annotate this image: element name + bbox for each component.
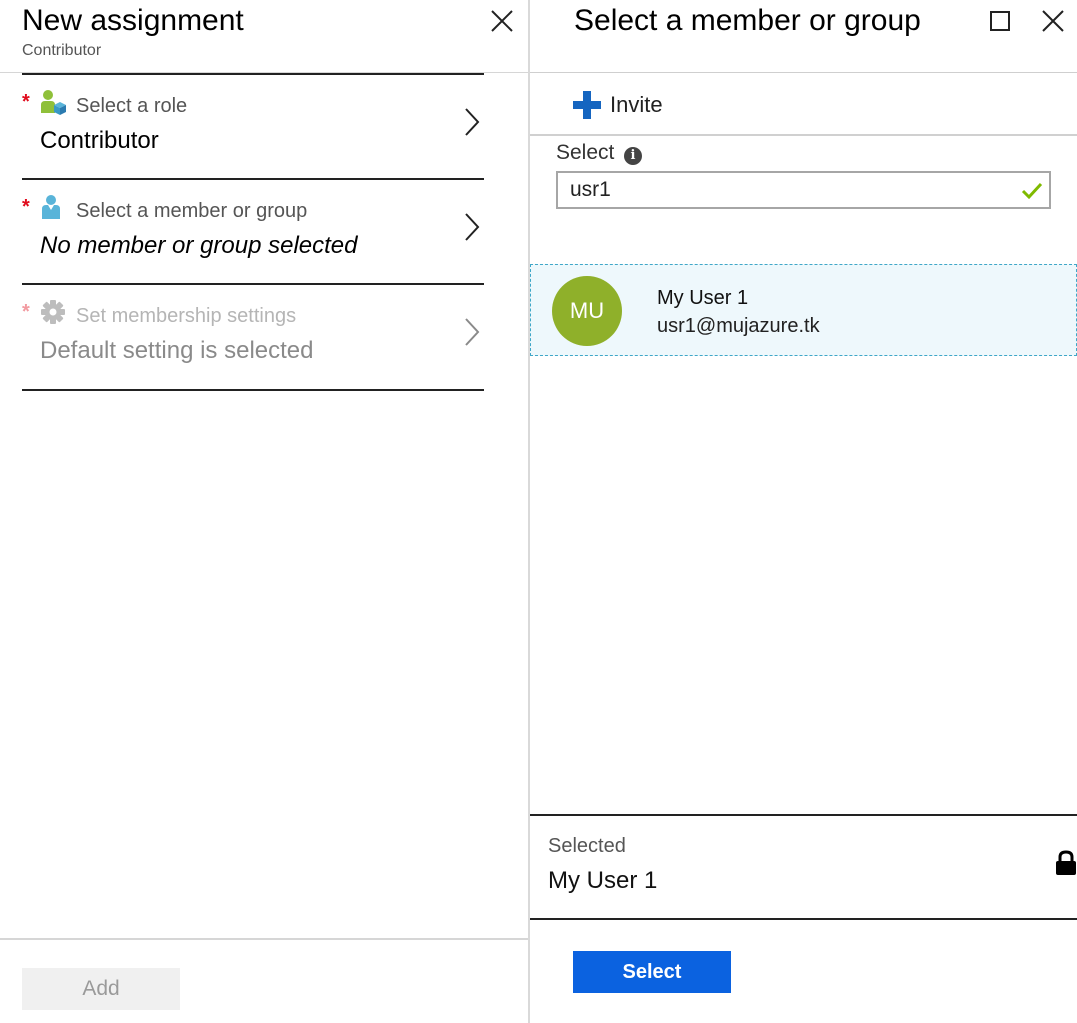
search-field <box>556 171 1051 209</box>
row-label: Set membership settings <box>76 305 297 327</box>
gear-icon <box>40 299 66 325</box>
result-email: usr1@mujazure.tk <box>657 315 820 337</box>
search-result-item[interactable]: MU My User 1 usr1@mujazure.tk <box>530 264 1077 356</box>
close-icon[interactable] <box>490 9 514 33</box>
row-divider <box>22 178 484 180</box>
row-divider <box>22 389 484 391</box>
info-icon[interactable]: i <box>624 147 642 165</box>
selected-label: Selected <box>548 835 626 857</box>
user-icon <box>40 194 66 220</box>
toolbar-divider <box>530 134 1077 136</box>
row-label: Select a role <box>76 95 188 117</box>
row-value: No member or group selected <box>40 232 358 259</box>
chevron-right-icon <box>464 212 480 242</box>
invite-label: Invite <box>610 92 663 117</box>
chevron-right-icon <box>464 317 480 347</box>
lock-icon <box>1055 850 1077 876</box>
required-marker: * <box>22 301 30 323</box>
footer-divider <box>0 938 528 940</box>
avatar: MU <box>552 276 622 346</box>
add-button[interactable]: Add <box>22 968 180 1010</box>
maximize-icon[interactable] <box>990 11 1010 31</box>
row-value: Default setting is selected <box>40 337 314 364</box>
blade-title: Select a member or group <box>574 4 921 37</box>
search-label: Select <box>556 141 615 164</box>
header-divider <box>530 72 1077 73</box>
row-divider <box>22 73 484 75</box>
select-member-row[interactable]: * Select a member or group No member or … <box>22 178 484 282</box>
required-marker: * <box>22 196 30 218</box>
new-assignment-blade: New assignment Contributor * Select a ro… <box>0 0 528 1023</box>
select-member-blade: Select a member or group Invite Select i… <box>530 0 1077 1023</box>
row-divider <box>22 283 484 285</box>
role-icon <box>40 89 66 115</box>
membership-settings-row: * Set membership settings Default settin… <box>22 283 484 387</box>
select-role-row[interactable]: * Select a role Contributor <box>22 73 484 177</box>
chevron-right-icon <box>464 107 480 137</box>
result-name: My User 1 <box>657 287 749 309</box>
checkmark-icon <box>1021 181 1043 201</box>
plus-icon <box>572 90 602 120</box>
row-label: Select a member or group <box>76 200 308 222</box>
required-marker: * <box>22 91 30 113</box>
selected-divider <box>530 814 1077 816</box>
selected-value: My User 1 <box>548 867 658 894</box>
blade-subtitle: Contributor <box>22 42 102 59</box>
select-button[interactable]: Select <box>573 951 731 993</box>
search-input[interactable] <box>570 177 1010 203</box>
blade-title: New assignment <box>22 4 244 37</box>
close-icon[interactable] <box>1041 9 1065 33</box>
row-value: Contributor <box>40 127 159 154</box>
footer-divider <box>530 918 1077 920</box>
